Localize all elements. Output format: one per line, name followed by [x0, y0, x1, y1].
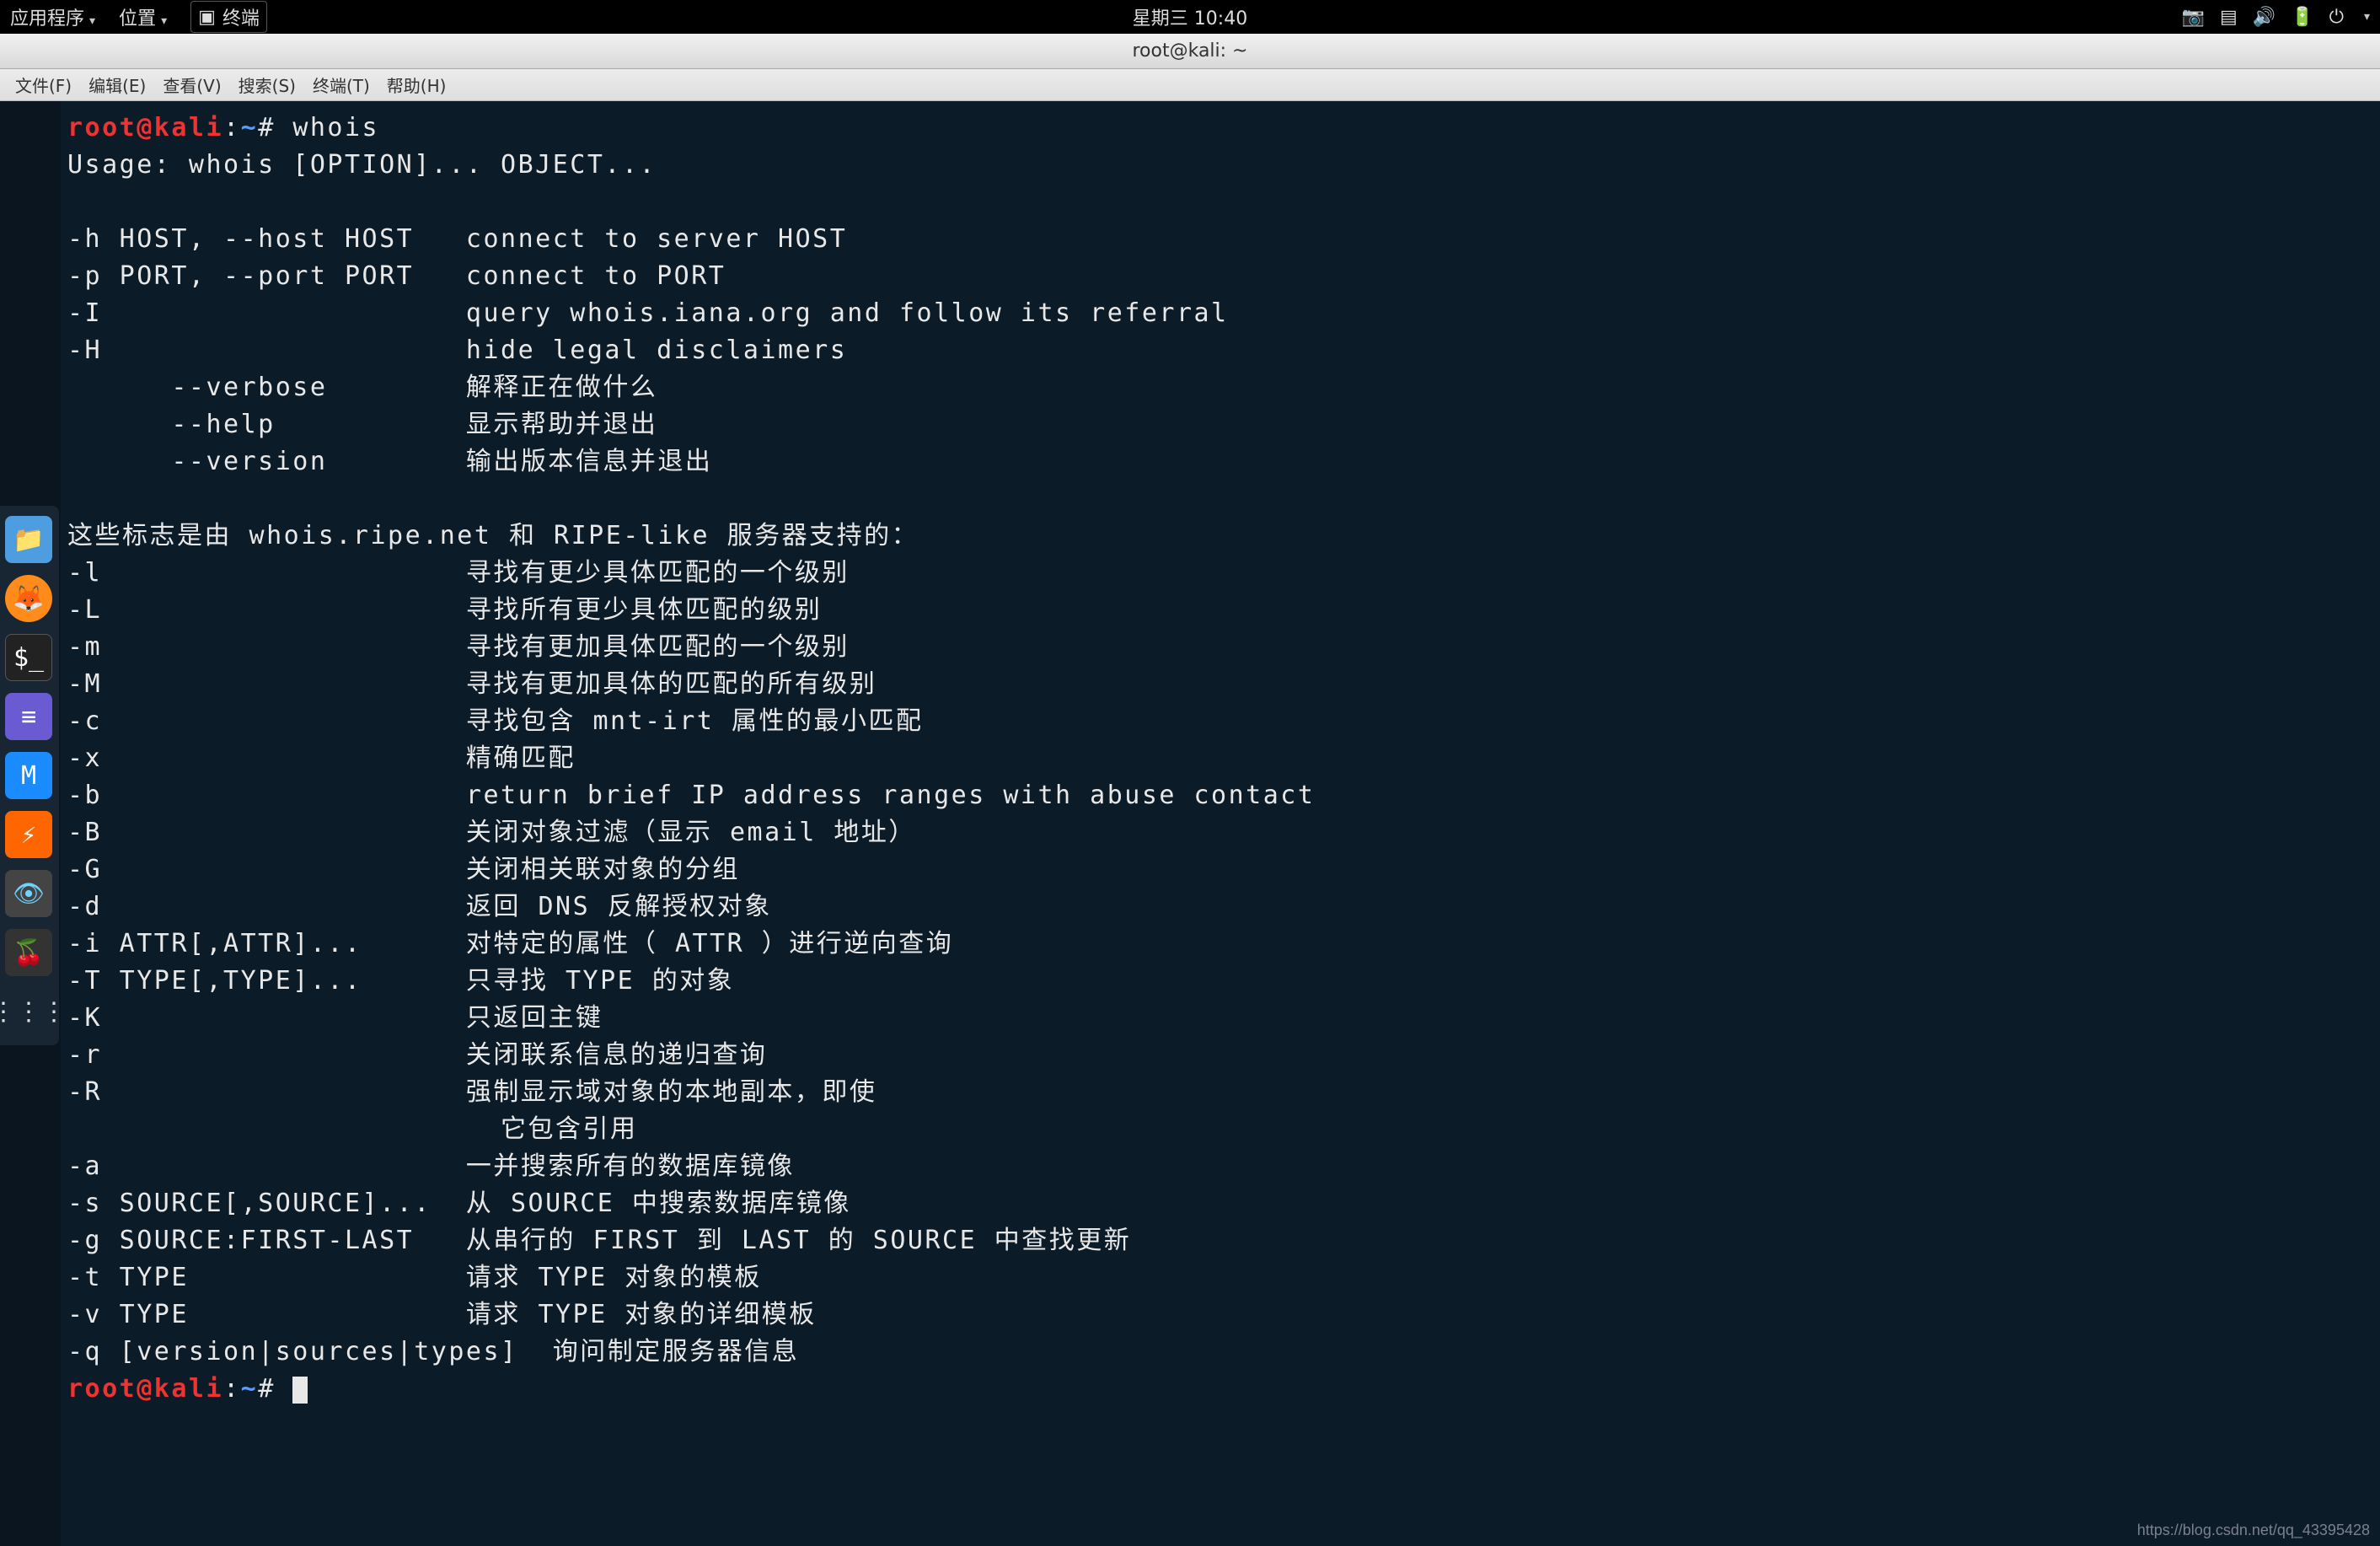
camera-icon[interactable]: 📷 [2182, 7, 2205, 28]
places-menu[interactable]: 位置▾ [119, 3, 167, 30]
network-icon[interactable]: ▤ [2220, 7, 2238, 28]
dock-zenmap[interactable]: ⚡ [5, 811, 52, 858]
chevron-down-icon: ▾ [161, 14, 167, 28]
menu-file[interactable]: 文件(F) [15, 72, 72, 97]
prompt-user: root@kali [67, 113, 223, 142]
volume-icon[interactable]: 🔊 [2253, 7, 2275, 28]
menu-help[interactable]: 帮助(H) [387, 72, 447, 97]
top-panel: 应用程序▾ 位置▾ ▣ 终端 星期三 10:40 📷 ▤ 🔊 🔋 ⏻ ▾ [0, 0, 2380, 34]
dock-texteditor[interactable]: ≡ [5, 693, 52, 740]
chevron-down-icon: ▾ [89, 14, 95, 28]
prompt-path: ~ [241, 1374, 259, 1404]
menubar: 文件(F) 编辑(E) 查看(V) 搜索(S) 终端(T) 帮助(H) [0, 69, 2380, 101]
window-titlebar[interactable]: root@kali: ~ [0, 34, 2380, 69]
dock-metasploit[interactable]: M [5, 752, 52, 799]
dock: 📁 🦊 $_ ≡ M ⚡ 👁 🍒 ⋮⋮⋮ [0, 506, 59, 1045]
panel-terminal-launcher[interactable]: ▣ 终端 [190, 1, 267, 33]
battery-icon[interactable]: 🔋 [2291, 7, 2313, 28]
panel-clock[interactable]: 星期三 10:40 [1133, 3, 1247, 30]
menu-terminal[interactable]: 终端(T) [313, 72, 370, 97]
dock-files[interactable]: 📁 [5, 516, 52, 563]
dock-show-apps[interactable]: ⋮⋮⋮ [5, 988, 52, 1035]
menu-edit[interactable]: 编辑(E) [88, 72, 146, 97]
apps-menu[interactable]: 应用程序▾ [10, 3, 95, 30]
cursor [292, 1377, 308, 1404]
watermark: https://blog.csdn.net/qq_43395428 [2137, 1522, 2370, 1539]
dock-cherrytree[interactable]: 🍒 [5, 929, 52, 976]
dock-eye-app[interactable]: 👁 [5, 870, 52, 917]
menu-view[interactable]: 查看(V) [163, 72, 221, 97]
prompt-path: ~ [241, 113, 259, 142]
prompt-symbol: # [258, 1374, 276, 1404]
terminal-icon: ▣ [198, 7, 216, 28]
terminal-view[interactable]: root@kali:~# whois Usage: whois [OPTION]… [61, 101, 2380, 1546]
dock-firefox[interactable]: 🦊 [5, 575, 52, 622]
menu-search[interactable]: 搜索(S) [239, 72, 296, 97]
entered-command: whois [292, 113, 379, 142]
dock-terminal[interactable]: $_ [5, 634, 52, 681]
chevron-down-icon: ▾ [2364, 10, 2370, 24]
prompt-symbol: # [258, 113, 276, 142]
window-title: root@kali: ~ [1132, 40, 1247, 62]
power-icon[interactable]: ⏻ [2329, 7, 2344, 28]
prompt-user: root@kali [67, 1374, 223, 1404]
